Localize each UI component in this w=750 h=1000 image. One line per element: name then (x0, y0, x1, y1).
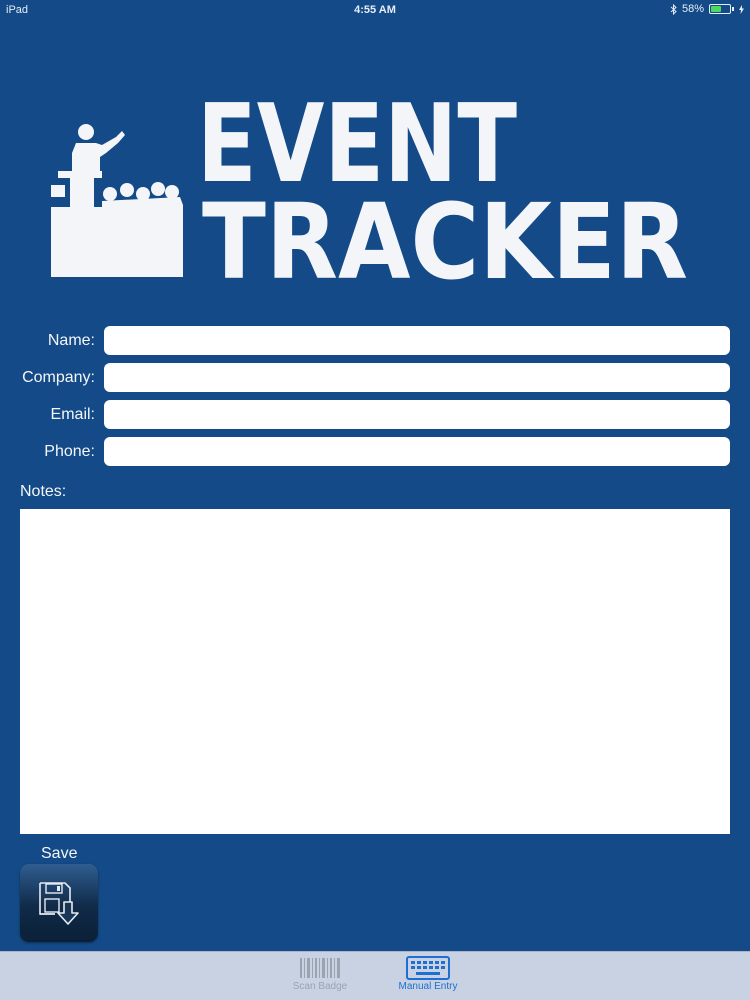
phone-label: Phone: (44, 443, 95, 460)
name-row: Name: (0, 326, 750, 356)
status-right: 58% (670, 3, 744, 15)
company-field[interactable] (104, 363, 730, 392)
company-row: Company: (0, 363, 750, 393)
barcode-icon (300, 958, 340, 978)
status-bar: iPad 4:55 AM 58% (0, 0, 750, 20)
email-field[interactable] (104, 400, 730, 429)
bluetooth-icon (670, 3, 677, 15)
logo-word-tracker: TRACKER (202, 181, 688, 285)
name-field[interactable] (104, 326, 730, 355)
tab-manual-entry[interactable]: Manual Entry (383, 954, 473, 1000)
battery-percent: 58% (681, 3, 704, 15)
email-row: Email: (0, 400, 750, 430)
name-label: Name: (47, 332, 95, 349)
tab-bar: Scan Badge Manual Entry (0, 951, 750, 1000)
company-label: Company: (22, 369, 95, 386)
clock: 4:55 AM (354, 4, 396, 16)
charging-icon (739, 4, 744, 14)
phone-row: Phone: (0, 437, 750, 467)
notes-textarea[interactable] (20, 509, 730, 834)
speaker-audience-icon (51, 124, 183, 277)
save-label: Save (41, 845, 78, 862)
tab-scan-badge[interactable]: Scan Badge (275, 954, 365, 1000)
save-button[interactable] (20, 864, 98, 942)
notes-label: Notes: (20, 483, 67, 500)
save-download-icon (39, 882, 79, 925)
battery-icon (709, 4, 731, 14)
email-label: Email: (50, 406, 95, 423)
phone-field[interactable] (104, 437, 730, 466)
tab-scan-badge-label: Scan Badge (292, 981, 348, 992)
event-tracker-logo: EVENT TRACKER (50, 95, 690, 285)
keyboard-icon (406, 956, 450, 980)
tab-manual-entry-label: Manual Entry (398, 981, 458, 992)
